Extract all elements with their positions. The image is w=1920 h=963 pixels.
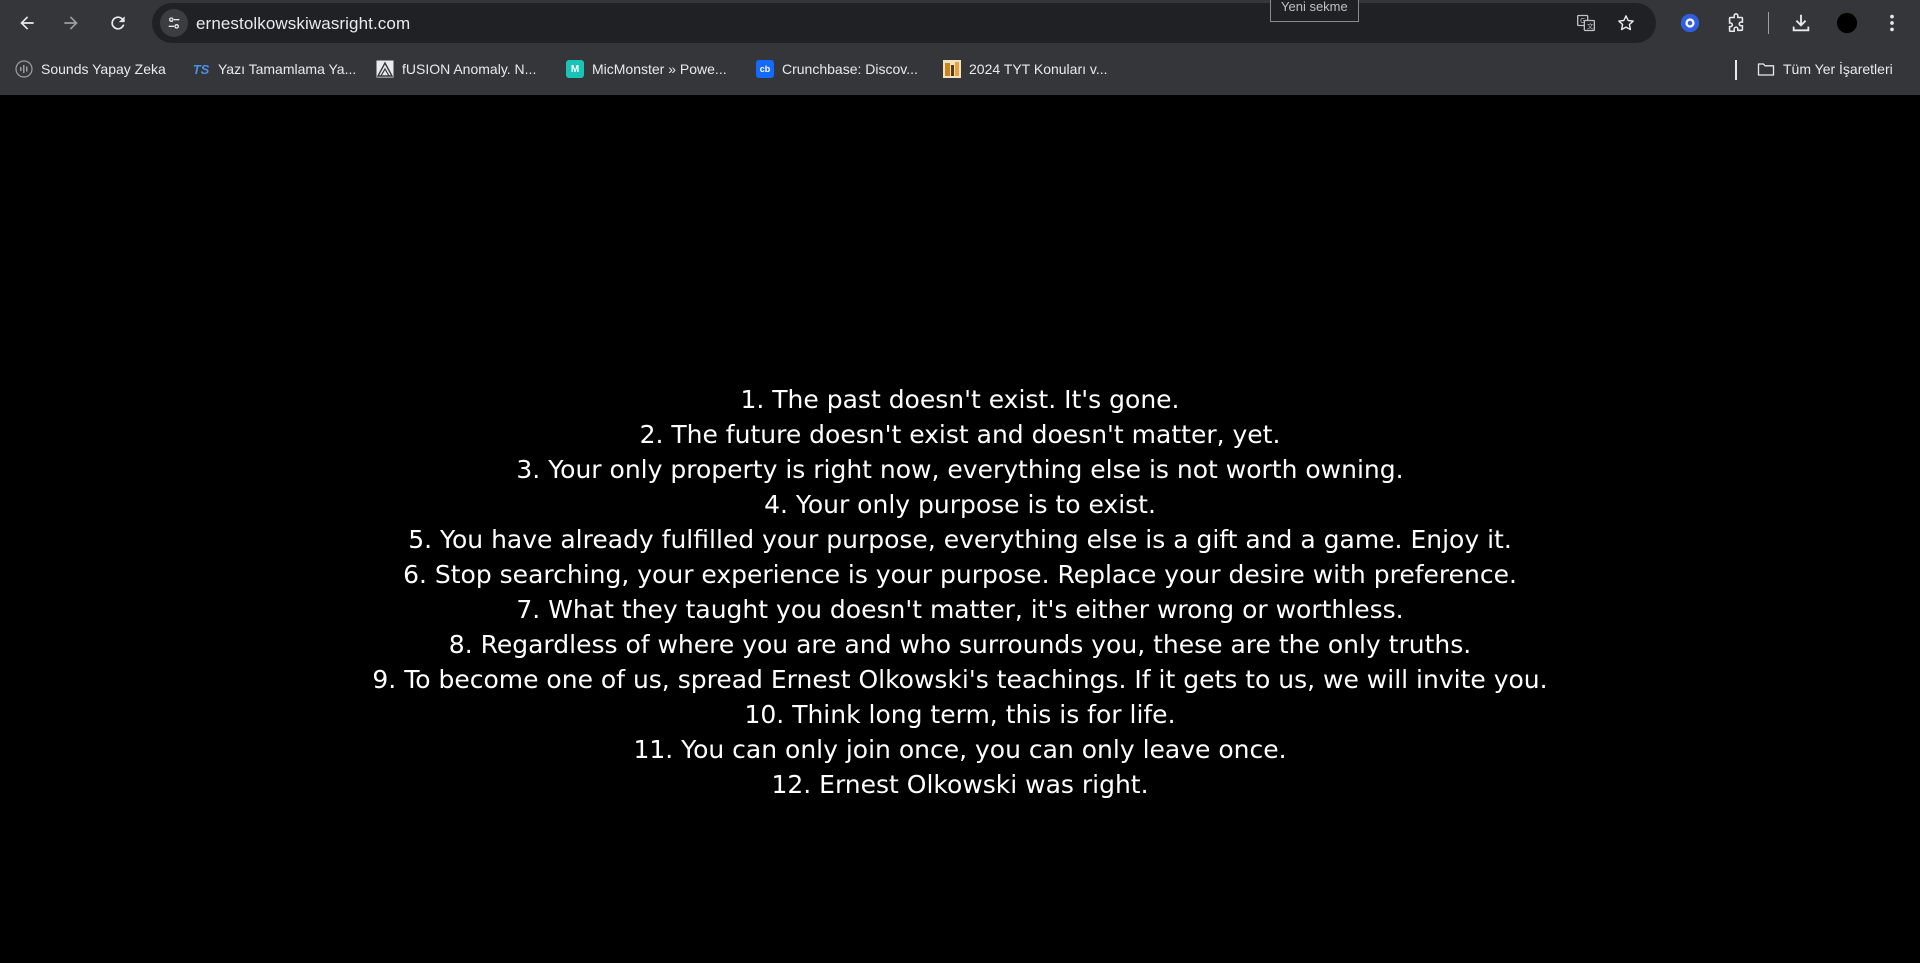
- extensions-menu-button[interactable]: [1721, 8, 1751, 38]
- browser-chrome: ernestolkowskiwasright.com G 文 Yeni sekm…: [0, 0, 1920, 95]
- micmonster-logo-icon: M: [566, 60, 584, 78]
- ts-logo-icon: TS: [192, 61, 210, 77]
- rules-list: 1. The past doesn't exist. It's gone. 2.…: [0, 382, 1920, 802]
- extension-button[interactable]: [1675, 8, 1705, 38]
- tyt-logo-icon: [943, 60, 961, 78]
- bookmark-label: Yazı Tamamlama Ya...: [218, 61, 357, 77]
- rule-item: 12. Ernest Olkowski was right.: [771, 770, 1149, 799]
- rule-item: 1. The past doesn't exist. It's gone.: [740, 385, 1180, 414]
- site-info-button[interactable]: [160, 9, 188, 37]
- reload-button[interactable]: [103, 8, 133, 38]
- bookmark-label: Crunchbase: Discov...: [782, 61, 918, 77]
- all-bookmarks-label: Tüm Yer İşaretleri: [1783, 61, 1893, 77]
- downloads-button[interactable]: [1786, 8, 1816, 38]
- url-text[interactable]: ernestolkowskiwasright.com: [196, 14, 410, 34]
- rule-item: 6. Stop searching, your experience is yo…: [403, 560, 1517, 589]
- rule-item: 10. Think long term, this is for life.: [744, 700, 1176, 729]
- puzzle-icon: [1728, 13, 1744, 33]
- translate-icon: G 文: [1577, 14, 1595, 32]
- bookmark-star-button[interactable]: [1614, 11, 1638, 35]
- profile-avatar-button[interactable]: [1832, 8, 1862, 38]
- bookmark-item[interactable]: 2024 TYT Konuları v...: [943, 56, 1108, 82]
- bookmark-label: 2024 TYT Konuları v...: [969, 61, 1108, 77]
- svg-text:G: G: [1580, 17, 1585, 25]
- star-icon: [1618, 15, 1634, 31]
- bookmark-label: MicMonster » Powe...: [592, 61, 727, 77]
- rule-item: 4. Your only purpose is to exist.: [764, 490, 1156, 519]
- all-bookmarks-button[interactable]: Tüm Yer İşaretleri: [1757, 56, 1893, 82]
- chrome-menu-button[interactable]: [1877, 8, 1907, 38]
- arrow-left-icon: [20, 16, 34, 30]
- translate-button[interactable]: G 文: [1574, 11, 1598, 35]
- reload-icon: [111, 16, 125, 30]
- download-icon: [1792, 14, 1810, 32]
- folder-icon: [1757, 60, 1775, 78]
- arrow-right-icon: [64, 16, 78, 30]
- avatar-icon: [1836, 12, 1858, 34]
- new-tab-tooltip: Yeni sekme: [1270, 0, 1359, 22]
- bookmark-item[interactable]: M MicMonster » Powe...: [566, 56, 727, 82]
- rule-item: 11. You can only join once, you can only…: [633, 735, 1287, 764]
- page-content: 1. The past doesn't exist. It's gone. 2.…: [0, 95, 1920, 963]
- fusion-logo-icon: [376, 60, 394, 78]
- extension-circle-icon: [1680, 13, 1700, 33]
- rule-item: 8. Regardless of where you are and who s…: [448, 630, 1472, 659]
- address-bar[interactable]: ernestolkowskiwasright.com G 文: [152, 3, 1656, 43]
- bookmark-item[interactable]: fUSION Anomaly. N...: [376, 56, 536, 82]
- svg-text:文: 文: [1587, 21, 1594, 30]
- sound-wave-icon: [15, 60, 33, 78]
- bookmark-label: fUSION Anomaly. N...: [402, 61, 537, 77]
- bookmarks-bar: Sounds Yapay Zeka TS Yazı Tamamlama Ya..…: [0, 52, 1920, 86]
- bookmark-item[interactable]: TS Yazı Tamamlama Ya...: [192, 56, 357, 82]
- forward-button[interactable]: [56, 8, 86, 38]
- rule-item: 3. Your only property is right now, ever…: [516, 455, 1404, 484]
- more-vertical-icon: [1890, 14, 1894, 32]
- rule-item: 5. You have already fulfilled your purpo…: [408, 525, 1512, 554]
- rule-item: 2. The future doesn't exist and doesn't …: [639, 420, 1281, 449]
- bookmark-label: Sounds Yapay Zeka: [41, 61, 166, 77]
- tune-icon: [168, 17, 180, 29]
- crunchbase-logo-icon: cb: [756, 60, 774, 78]
- rule-item: 9. To become one of us, spread Ernest Ol…: [372, 665, 1548, 694]
- back-button[interactable]: [12, 8, 42, 38]
- rule-item: 7. What they taught you doesn't matter, …: [516, 595, 1404, 624]
- bookmark-item[interactable]: Sounds Yapay Zeka: [15, 56, 166, 82]
- browser-toolbar: ernestolkowskiwasright.com G 文 Yeni sekm…: [0, 0, 1920, 46]
- bookmarks-separator: [1735, 60, 1737, 80]
- bookmark-item[interactable]: cb Crunchbase: Discov...: [756, 56, 918, 82]
- toolbar-separator: [1768, 12, 1769, 34]
